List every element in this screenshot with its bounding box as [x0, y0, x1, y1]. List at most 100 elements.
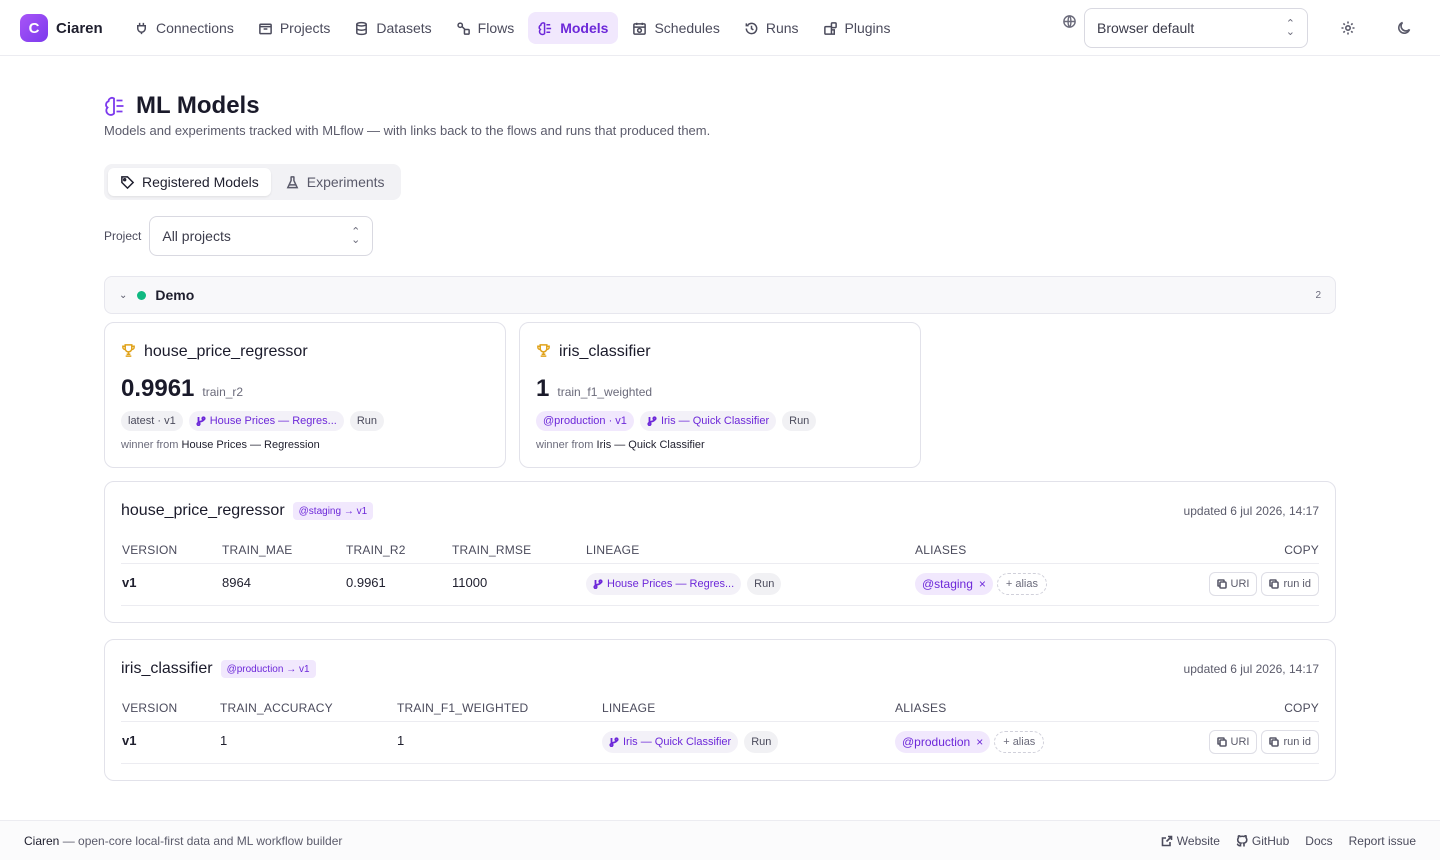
- copy-run-id-button[interactable]: run id: [1261, 572, 1319, 596]
- trophy-icon: [121, 343, 136, 361]
- column-header: VERSION: [122, 701, 178, 715]
- copy-uri-button[interactable]: URI: [1208, 572, 1258, 596]
- nav-runs-label: Runs: [765, 20, 799, 36]
- divider: [121, 763, 1319, 764]
- nav-flows[interactable]: Flows: [446, 12, 525, 44]
- nav-runs[interactable]: Runs: [734, 12, 809, 44]
- history-icon: [745, 22, 758, 34]
- remove-alias-icon[interactable]: ×: [979, 577, 986, 591]
- add-alias-label: alias: [1015, 578, 1038, 590]
- puzzle-icon: [823, 21, 837, 35]
- champion-model-name[interactable]: house_price_regressor: [144, 343, 308, 361]
- copy-icon: [1269, 737, 1280, 747]
- nav-flows-label: Flows: [477, 20, 515, 36]
- brand-logo: C: [20, 14, 48, 42]
- champion-model-name[interactable]: iris_classifier: [559, 343, 651, 361]
- champion-winner-from: winner from Iris — Quick Classifier: [536, 439, 705, 451]
- footer-brand[interactable]: Ciaren: [24, 834, 59, 848]
- nav-models[interactable]: Models: [528, 12, 619, 44]
- column-header: LINEAGE: [586, 543, 640, 557]
- external-link-icon: [1161, 835, 1173, 846]
- git-branch-icon: [609, 737, 619, 747]
- divider: [121, 605, 1319, 606]
- run-link-chip[interactable]: Run: [349, 411, 385, 431]
- nav-plugins[interactable]: Plugins: [813, 12, 901, 44]
- champion-metric-name: train_f1_weighted: [557, 385, 653, 399]
- add-alias-button[interactable]: + alias: [996, 573, 1047, 595]
- page-title: ML Models: [104, 92, 260, 120]
- winner-prefix: winner from: [121, 439, 179, 451]
- footer-link-website[interactable]: Website: [1161, 834, 1220, 848]
- brain-icon: [105, 97, 124, 116]
- divider: [121, 721, 1319, 722]
- alias-tag-label: @staging: [922, 577, 973, 591]
- footer-link-github-label: GitHub: [1251, 833, 1290, 848]
- copy-icon: [1216, 737, 1227, 747]
- flow-link-chip[interactable]: Iris — Quick Classifier: [639, 411, 777, 431]
- metric-cell: 0.9961: [346, 575, 386, 590]
- project-select[interactable]: All projects ⌃ ⌄: [149, 216, 374, 256]
- champion-winner-from: winner from House Prices — Regression: [121, 439, 320, 451]
- champion-card: house_price_regressor 0.9961 train_r2 la…: [104, 322, 506, 468]
- metric-cell: 8964: [222, 575, 251, 590]
- column-header: TRAIN_F1_WEIGHTED: [397, 701, 529, 715]
- column-header: TRAIN_RMSE: [452, 543, 532, 557]
- plus-icon: +: [1003, 736, 1010, 748]
- column-header: COPY: [1284, 701, 1319, 715]
- gear-icon: [1341, 21, 1355, 35]
- top-nav-bar: C Ciaren Connections Projects Datasets F…: [0, 0, 1440, 56]
- champion-card-title: iris_classifier: [536, 343, 651, 361]
- project-select-value: All projects: [162, 228, 231, 244]
- version-chip: @production · v1: [536, 411, 634, 431]
- column-header: COPY: [1284, 543, 1319, 557]
- metric-cell: 1: [220, 733, 228, 748]
- remove-alias-icon[interactable]: ×: [976, 735, 983, 749]
- flow-link-chip[interactable]: Iris — Quick Classifier: [602, 731, 739, 753]
- footer-link-report-issue[interactable]: Report issue: [1349, 834, 1416, 848]
- nav-connections[interactable]: Connections: [124, 12, 244, 44]
- tab-registered-models[interactable]: Registered Models: [108, 168, 271, 196]
- copy-cell: URI run id: [1208, 730, 1319, 754]
- nav-schedules[interactable]: Schedules: [622, 12, 729, 44]
- copy-uri-button[interactable]: URI: [1208, 730, 1258, 754]
- project-group-header[interactable]: ⌄ Demo 2: [104, 276, 1336, 314]
- metric-cell: 11000: [452, 575, 488, 590]
- lineage-cell: House Prices — Regres... Run: [586, 573, 782, 595]
- tab-experiments[interactable]: Experiments: [273, 168, 397, 196]
- column-header: TRAIN_MAE: [222, 543, 293, 557]
- footer-link-github[interactable]: GitHub: [1236, 834, 1289, 848]
- divider: [121, 563, 1319, 564]
- run-link-chip[interactable]: Run: [782, 411, 817, 431]
- language-select[interactable]: Browser default ⌃ ⌄: [1084, 8, 1308, 48]
- alias-badge: @production → v1: [220, 660, 316, 678]
- footer-link-docs[interactable]: Docs: [1305, 834, 1332, 848]
- nav-datasets[interactable]: Datasets: [344, 12, 441, 44]
- add-alias-button[interactable]: + alias: [994, 731, 1045, 753]
- champion-metric: 1 train_f1_weighted: [536, 375, 652, 403]
- footer-link-report-issue-label: Report issue: [1348, 833, 1416, 848]
- champion-chips: latest · v1 House Prices — Regres... Run: [121, 411, 385, 431]
- flow-link-chip[interactable]: House Prices — Regres...: [586, 573, 742, 595]
- run-link-chip[interactable]: Run: [747, 573, 782, 595]
- nav-projects[interactable]: Projects: [248, 12, 341, 44]
- run-link-chip[interactable]: Run: [744, 731, 779, 753]
- calendar-icon: [633, 22, 647, 35]
- footer: Ciaren — open-core local-first data and …: [0, 820, 1440, 860]
- flow-link-chip[interactable]: House Prices — Regres...: [188, 411, 344, 431]
- settings-button[interactable]: [1334, 14, 1362, 42]
- git-branch-icon: [647, 416, 657, 426]
- copy-cell: URI run id: [1208, 572, 1319, 596]
- model-section-header: iris_classifier @production → v1: [121, 660, 316, 678]
- moon-icon: [1398, 21, 1411, 34]
- flow-icon: [456, 21, 470, 35]
- page-title-text: ML Models: [136, 92, 260, 119]
- column-header: LINEAGE: [602, 701, 656, 715]
- column-header: TRAIN_R2: [346, 543, 406, 557]
- copy-icon: [1269, 579, 1280, 589]
- copy-run-id-button[interactable]: run id: [1261, 730, 1319, 754]
- brand[interactable]: C Ciaren: [20, 14, 103, 42]
- footer-link-website-label: Website: [1176, 833, 1220, 848]
- theme-toggle-button[interactable]: [1390, 14, 1418, 42]
- globe-icon: [1060, 12, 1078, 30]
- flow-link-label: Iris — Quick Classifier: [623, 736, 732, 748]
